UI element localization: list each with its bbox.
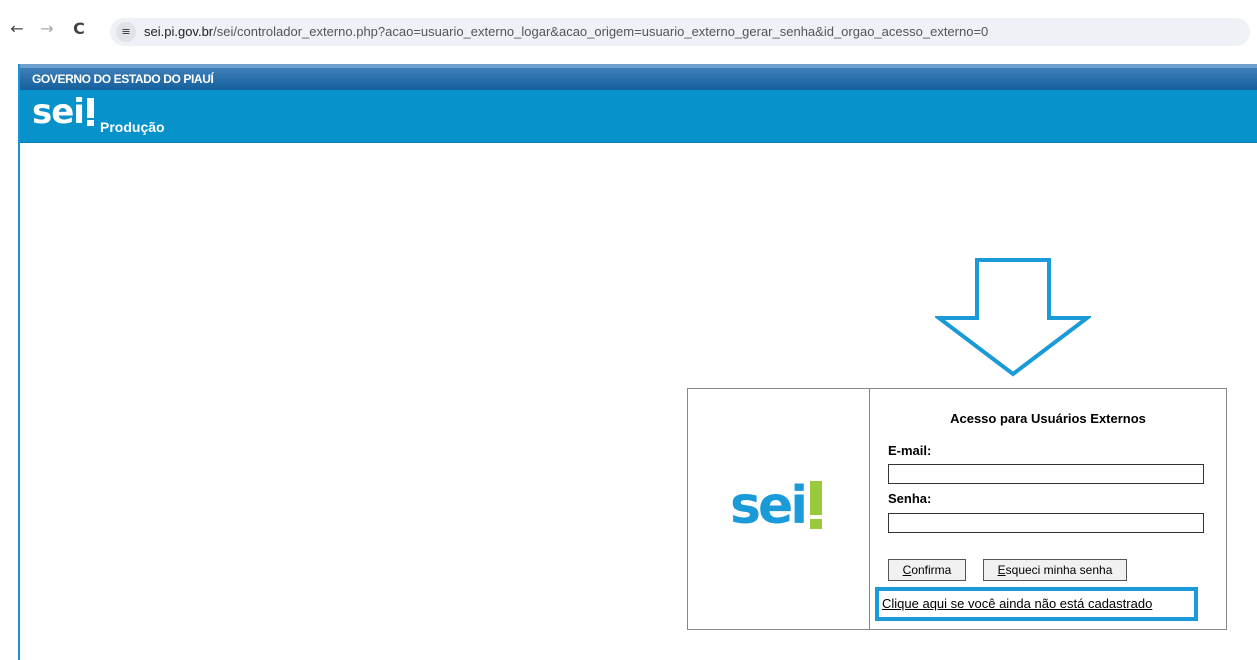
confirm-label: onfirma xyxy=(911,563,952,577)
sei-logo-text: sei xyxy=(32,92,85,132)
exclamation-icon xyxy=(85,96,95,126)
sei-login-logo: sei xyxy=(730,480,824,532)
sei-login-logo-text: sei xyxy=(730,476,808,536)
forgot-password-button[interactable]: Esqueci minha senha xyxy=(983,559,1127,581)
login-logo-cell: sei xyxy=(688,389,870,629)
sei-logo[interactable]: sei xyxy=(32,95,95,129)
government-bar: GOVERNO DO ESTADO DO PIAUÍ xyxy=(20,64,1257,90)
login-form: Acesso para Usuários Externos E-mail: Se… xyxy=(870,389,1226,629)
login-panel: sei Acesso para Usuários Externos E-mail… xyxy=(687,388,1227,630)
confirm-button[interactable]: Confirma xyxy=(888,559,966,581)
reload-icon[interactable]: C xyxy=(70,20,88,38)
government-title: GOVERNO DO ESTADO DO PIAUÍ xyxy=(32,72,214,86)
login-title: Acesso para Usuários Externos xyxy=(950,411,1146,426)
forgot-accesskey: E xyxy=(997,563,1006,577)
url-text[interactable]: sei.pi.gov.br/sei/controlador_externo.ph… xyxy=(144,24,988,39)
exclamation-icon xyxy=(808,481,824,529)
sei-header: sei Produção xyxy=(20,90,1257,143)
password-label: Senha: xyxy=(888,491,932,506)
forgot-label: squeci minha senha xyxy=(1005,563,1113,577)
password-field[interactable] xyxy=(888,513,1204,533)
register-link[interactable]: Clique aqui se você ainda não está cadas… xyxy=(882,596,1152,611)
url-domain: sei.pi.gov.br xyxy=(144,24,214,39)
environment-label: Produção xyxy=(100,119,165,135)
email-field[interactable] xyxy=(888,464,1204,484)
forward-arrow-icon[interactable]: → xyxy=(38,20,56,38)
back-arrow-icon[interactable]: ← xyxy=(8,20,26,38)
email-label: E-mail: xyxy=(888,443,932,458)
down-arrow-icon xyxy=(935,258,1091,377)
address-bar[interactable]: ≡ sei.pi.gov.br/sei/controlador_externo.… xyxy=(110,18,1250,46)
register-link-highlight: Clique aqui se você ainda não está cadas… xyxy=(875,587,1198,621)
url-path: /sei/controlador_externo.php?acao=usuari… xyxy=(213,24,989,39)
tune-icon[interactable]: ≡ xyxy=(116,22,136,42)
browser-toolbar: ← → C ≡ sei.pi.gov.br/sei/controlador_ex… xyxy=(0,0,1257,56)
